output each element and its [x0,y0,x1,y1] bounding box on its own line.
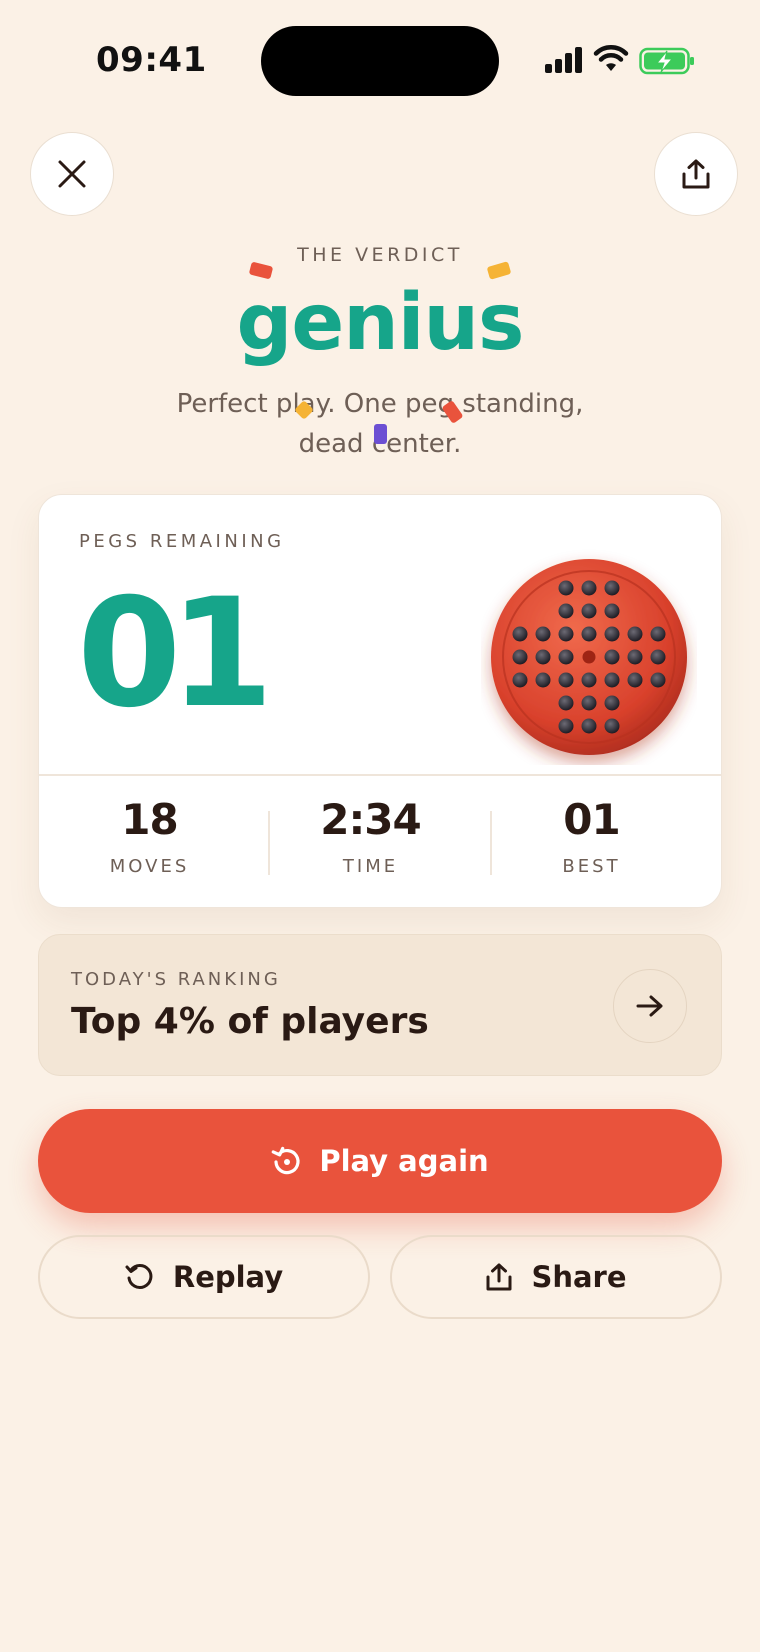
board-peg [604,580,620,596]
board-peg [535,672,551,688]
stat-best-label: BEST [562,856,621,877]
board-peg [581,672,597,688]
share-icon [682,159,710,189]
stat-time-value: 2:34 [320,795,421,844]
cellular-signal-icon [545,47,582,73]
board-peg [627,649,643,665]
board-peg [512,672,528,688]
replay-button[interactable]: Replay [38,1235,370,1319]
board-peg [512,626,528,642]
share-button[interactable]: Share [390,1235,722,1319]
board-peg [604,718,620,734]
ranking-value: Top 4% of players [71,1001,429,1042]
board-peg [581,580,597,596]
status-time: 09:41 [96,40,207,80]
board-peg [535,649,551,665]
board-peg [650,649,666,665]
close-button[interactable] [30,132,114,216]
ranking-label: TODAY'S RANKING [71,969,281,990]
stat-time-label: TIME [342,856,399,877]
share-label: Share [531,1260,627,1294]
wifi-icon [593,45,629,71]
play-again-button[interactable]: Play again [38,1109,722,1213]
board-peg [581,695,597,711]
board-peg [604,603,620,619]
ranking-arrow-button[interactable] [613,969,687,1043]
arrow-right-icon [636,995,663,1017]
stat-moves: 18 MOVES [39,795,260,877]
close-icon [58,160,86,188]
ranking-card[interactable]: TODAY'S RANKING Top 4% of players [38,934,722,1076]
board-peg [558,603,574,619]
stat-best: 01 BEST [481,795,702,877]
board-peg [558,649,574,665]
board-peg [581,626,597,642]
pegs-remaining-value: 01 [77,567,274,741]
stat-moves-value: 18 [121,795,178,844]
board-peg [604,672,620,688]
board-peg [627,626,643,642]
status-bar: 09:41 [0,0,760,120]
board-peg [581,603,597,619]
restart-icon [271,1146,300,1175]
board-peg [650,672,666,688]
board-peg [581,718,597,734]
replay-label: Replay [172,1260,284,1294]
board-peg [604,649,620,665]
share-top-button[interactable] [654,132,738,216]
pegs-remaining-label: PEGS REMAINING [79,531,285,552]
peg-board-icon [491,559,687,755]
board-peg [512,649,528,665]
stat-time: 2:34 TIME [260,795,481,877]
card-divider [39,774,721,776]
board-peg [558,718,574,734]
board-peg [535,626,551,642]
board-hole-empty [582,650,596,664]
dynamic-island [261,26,499,96]
board-peg [604,626,620,642]
board-peg [627,672,643,688]
board-peg [604,695,620,711]
confetti-piece [374,424,387,444]
board-peg [558,626,574,642]
verdict-eyebrow: THE VERDICT [297,244,463,266]
board-peg [650,626,666,642]
battery-charging-icon [639,47,694,75]
verdict-title: genius [236,278,525,368]
share-icon [486,1263,512,1291]
replay-icon [125,1263,153,1289]
board-peg [558,672,574,688]
stat-best-value: 01 [563,795,620,844]
result-card: PEGS REMAINING 01 18 MOVES 2:34 TIME 01 … [38,494,722,908]
stat-moves-label: MOVES [109,856,190,877]
play-again-label: Play again [319,1144,489,1178]
board-peg [558,695,574,711]
board-peg [558,580,574,596]
